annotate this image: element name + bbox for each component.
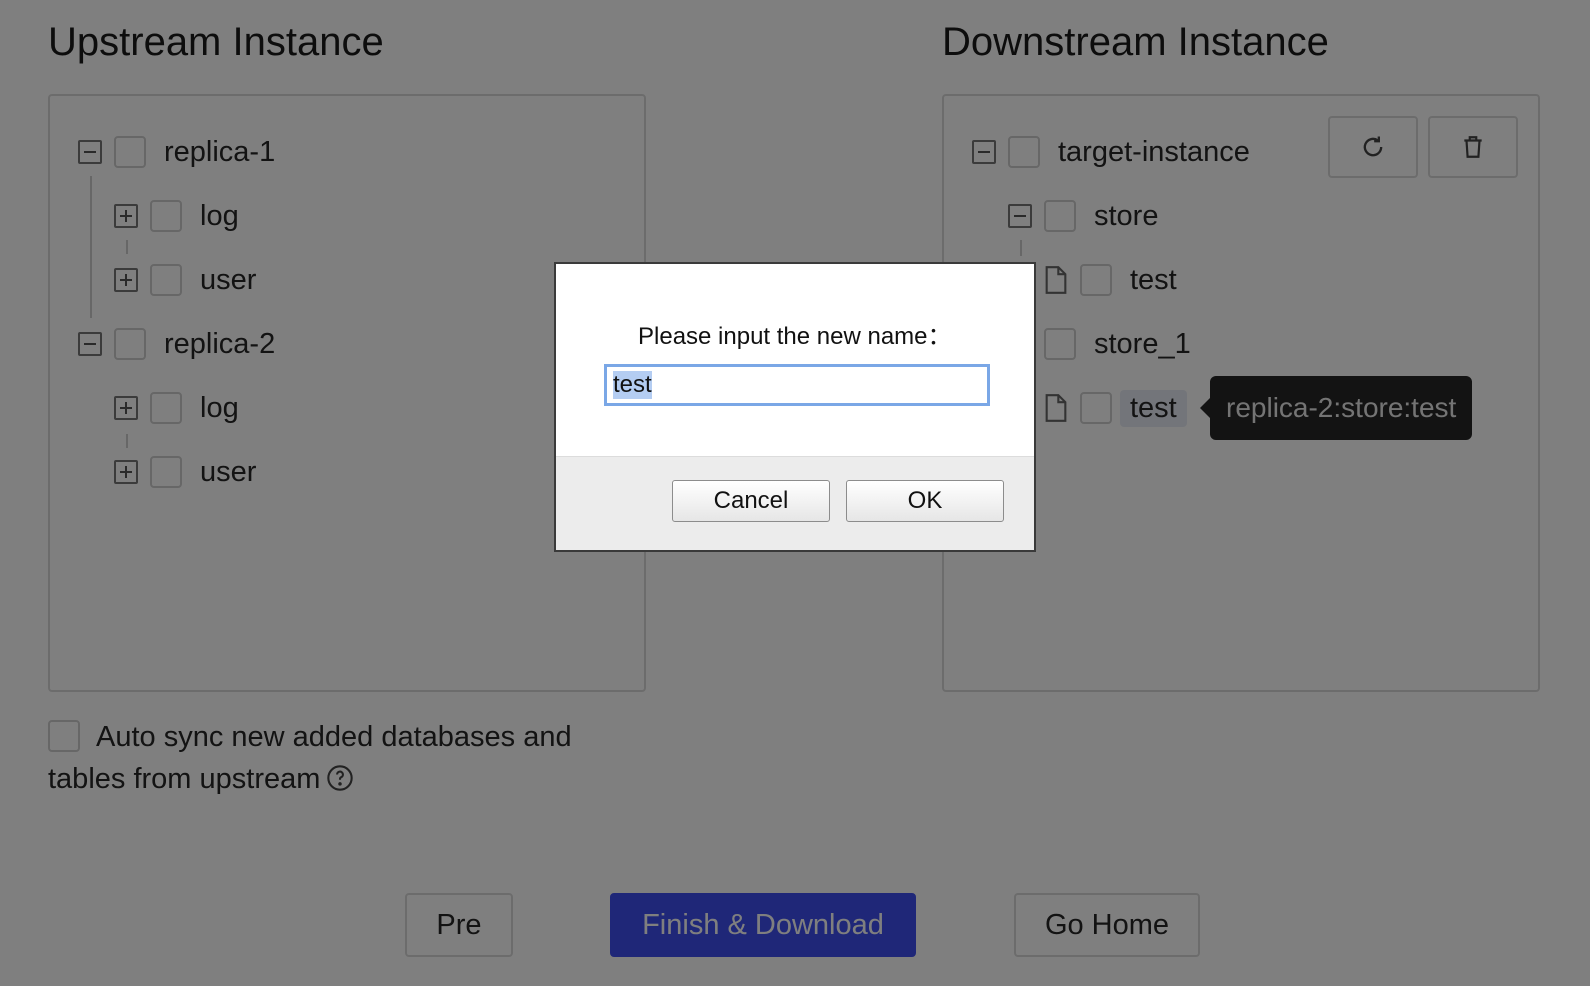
new-name-input-value: test [613,371,652,399]
dialog-body: Please input the new name： test [556,264,1034,456]
ok-button[interactable]: OK [846,480,1004,522]
cancel-button[interactable]: Cancel [672,480,830,522]
new-name-input[interactable]: test [604,364,990,406]
prompt-dialog: Please input the new name： test Cancel O… [554,262,1036,552]
page: Upstream Instance replica-1 log user rep… [0,0,1590,986]
dialog-message: Please input the new name： [638,323,952,350]
